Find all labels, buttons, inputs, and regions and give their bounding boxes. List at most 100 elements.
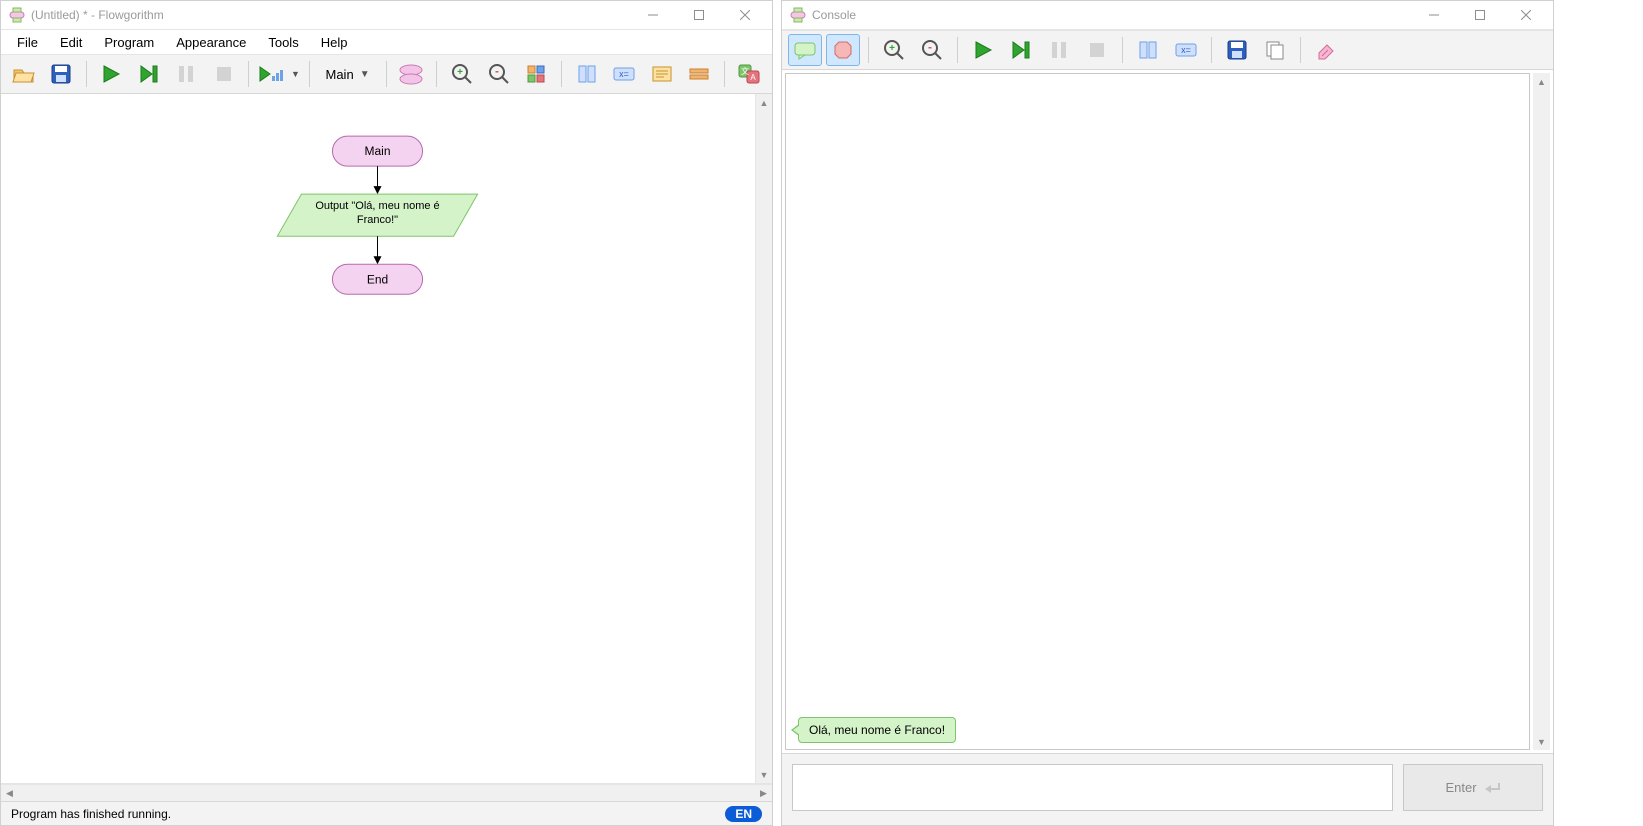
speed-button[interactable]: ▼ xyxy=(257,58,300,90)
zoom-out-button[interactable]: - xyxy=(482,58,515,90)
zoom-out-button[interactable]: - xyxy=(915,34,949,66)
close-button[interactable] xyxy=(722,1,768,30)
close-button[interactable] xyxy=(1503,1,1549,30)
flow-output-line1: Output "Olá, meu nome é xyxy=(315,200,439,212)
layout-icon xyxy=(525,63,547,85)
erase-icon xyxy=(1315,39,1337,61)
variable-icon: x= xyxy=(612,63,636,85)
menu-appearance[interactable]: Appearance xyxy=(166,32,256,53)
scroll-down-arrow[interactable]: ▼ xyxy=(756,766,772,783)
chat-mode-icon xyxy=(793,40,817,60)
menu-help[interactable]: Help xyxy=(311,32,358,53)
output-text: Olá, meu nome é Franco! xyxy=(809,723,945,737)
clear-button[interactable] xyxy=(1309,34,1343,66)
console-input[interactable] xyxy=(792,764,1393,811)
layout1-button[interactable] xyxy=(1131,34,1165,66)
svg-text:A: A xyxy=(751,73,757,82)
vertical-scrollbar[interactable]: ▲ ▼ xyxy=(755,94,772,783)
save-button[interactable] xyxy=(44,58,77,90)
app-icon xyxy=(790,7,806,23)
console-window: Console + - xyxy=(781,0,1554,826)
svg-text:-: - xyxy=(928,40,932,54)
pause-icon xyxy=(175,63,197,85)
minimize-button[interactable] xyxy=(1411,1,1457,30)
menu-file[interactable]: File xyxy=(7,32,48,53)
play-icon xyxy=(972,39,994,61)
pause-button[interactable] xyxy=(1042,34,1076,66)
stop-icon xyxy=(1086,39,1108,61)
menu-edit[interactable]: Edit xyxy=(50,32,92,53)
save-icon xyxy=(1226,39,1248,61)
enter-label: Enter xyxy=(1445,780,1476,795)
scroll-up-arrow[interactable]: ▲ xyxy=(1533,73,1550,90)
code-icon xyxy=(651,63,673,85)
layout-button[interactable] xyxy=(520,58,553,90)
function-selector[interactable]: Main ▼ xyxy=(318,61,378,87)
titlebar: (Untitled) * - Flowgorithm xyxy=(1,1,772,30)
window-title: Console xyxy=(812,8,856,22)
enter-button[interactable]: Enter xyxy=(1403,764,1543,811)
console-toolbar: + - x= xyxy=(782,30,1553,70)
chat-mode-button[interactable] xyxy=(788,34,822,66)
run-button[interactable] xyxy=(95,58,128,90)
minimize-button[interactable] xyxy=(630,1,676,30)
pause-button[interactable] xyxy=(170,58,203,90)
scroll-right-arrow[interactable]: ▶ xyxy=(755,785,772,801)
play-icon xyxy=(100,63,122,85)
toolbar: ▼ Main ▼ + - x= xyxy=(1,54,772,94)
console-output-canvas[interactable]: Olá, meu nome é Franco! xyxy=(785,73,1530,750)
separator xyxy=(868,37,869,63)
zoom-in-button[interactable]: + xyxy=(445,58,478,90)
flowchart-canvas[interactable]: Main Output "Olá, meu nome é Franco!" En… xyxy=(1,94,772,784)
language-badge[interactable]: EN xyxy=(725,806,762,822)
tools-button[interactable] xyxy=(682,58,715,90)
zoom-out-icon: - xyxy=(488,63,510,85)
scroll-up-arrow[interactable]: ▲ xyxy=(756,94,772,111)
flow-start-label: Main xyxy=(364,144,390,158)
output-bubble: Olá, meu nome é Franco! xyxy=(798,717,956,743)
maximize-button[interactable] xyxy=(1457,1,1503,30)
save-button[interactable] xyxy=(1220,34,1254,66)
stop-octagon-button[interactable] xyxy=(826,34,860,66)
separator xyxy=(1300,37,1301,63)
menu-tools[interactable]: Tools xyxy=(258,32,308,53)
maximize-button[interactable] xyxy=(676,1,722,30)
copy-icon xyxy=(1264,39,1286,61)
variable-watch-button[interactable]: x= xyxy=(1169,34,1203,66)
vertical-scrollbar[interactable]: ▲ ▼ xyxy=(1533,73,1550,750)
speed-icon xyxy=(258,64,288,84)
step-button[interactable] xyxy=(132,58,165,90)
menu-program[interactable]: Program xyxy=(94,32,164,53)
copy-button[interactable] xyxy=(1258,34,1292,66)
separator xyxy=(86,61,87,87)
open-icon xyxy=(12,63,36,85)
layout1-icon xyxy=(576,63,598,85)
separator xyxy=(1211,37,1212,63)
scroll-down-arrow[interactable]: ▼ xyxy=(1533,733,1550,750)
stop-button[interactable] xyxy=(1080,34,1114,66)
separator xyxy=(309,61,310,87)
stop-button[interactable] xyxy=(207,58,240,90)
enter-icon xyxy=(1483,781,1501,795)
zoom-in-icon: + xyxy=(451,63,473,85)
flow-end-label: End xyxy=(367,272,388,286)
add-shape-button[interactable] xyxy=(395,58,428,90)
separator xyxy=(724,61,725,87)
stop-octagon-icon xyxy=(832,39,854,61)
layout1-button[interactable] xyxy=(570,58,603,90)
step-icon xyxy=(138,63,160,85)
svg-text:+: + xyxy=(889,43,895,54)
code-button[interactable] xyxy=(645,58,678,90)
svg-text:x=: x= xyxy=(1181,45,1191,55)
horizontal-scrollbar[interactable]: ◀ ▶ xyxy=(1,784,772,801)
variable-icon: x= xyxy=(1174,39,1198,61)
open-button[interactable] xyxy=(7,58,40,90)
variable-watch-button[interactable]: x= xyxy=(608,58,641,90)
console-input-panel: Enter xyxy=(782,753,1553,825)
run-button[interactable] xyxy=(966,34,1000,66)
scroll-left-arrow[interactable]: ◀ xyxy=(1,785,18,801)
zoom-in-button[interactable]: + xyxy=(877,34,911,66)
step-button[interactable] xyxy=(1004,34,1038,66)
stop-icon xyxy=(213,63,235,85)
translate-button[interactable]: 文A xyxy=(733,58,766,90)
